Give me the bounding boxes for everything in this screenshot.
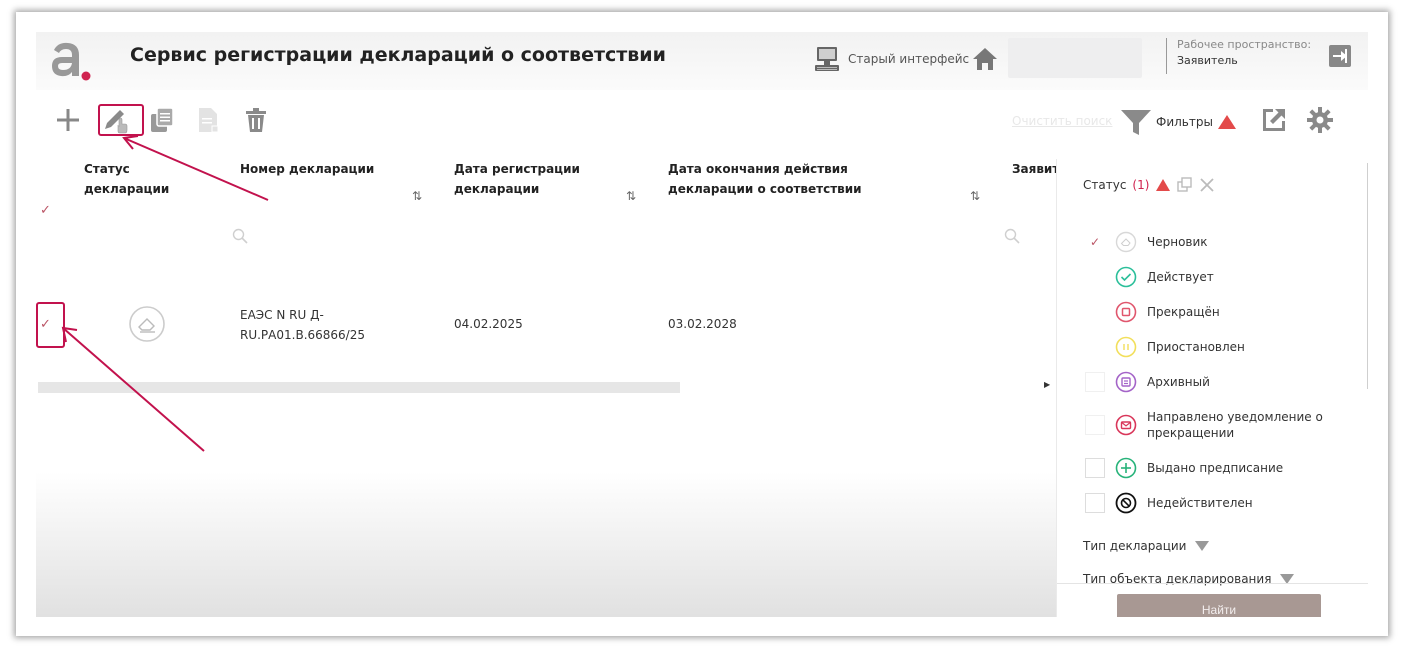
funnel-icon [1121,110,1151,135]
workspace-selector[interactable]: Рабочее пространство: Заявитель [1166,38,1311,74]
logout-icon[interactable] [1329,45,1351,67]
stop-circle-icon [1115,301,1137,323]
delete-button[interactable] [240,104,272,136]
column-reg-date[interactable]: Дата регистрации декларации [454,159,594,199]
triangle-down-icon [1195,541,1210,551]
copy-icon[interactable] [1177,177,1193,193]
document-button[interactable] [192,104,224,136]
draft-status-icon [129,306,165,342]
document-icon [199,108,219,133]
status-checkbox-stopped[interactable] [1085,302,1105,322]
archive-circle-icon [1115,371,1137,393]
old-interface-label: Старый интерфейс [848,52,970,66]
toolbar: Очистить поиск Фильтры [36,104,1368,144]
logo-icon [52,42,91,81]
home-icon[interactable] [972,46,998,72]
column-status[interactable]: Статус декларации [84,159,184,199]
search-applicant-icon[interactable] [1004,228,1020,244]
app-header: Сервис регистрации деклараций о соответс… [36,32,1368,90]
column-number[interactable]: Номер декларации [240,159,400,179]
edit-button-highlight [98,104,144,136]
status-label-notice: Направлено уведомление о прекращении [1147,410,1323,440]
declaration-type-label: Тип декларации [1083,539,1187,553]
status-checkbox-suspended[interactable] [1085,337,1105,357]
draft-status-icon [1115,231,1137,253]
sort-end-date-icon[interactable]: ⇅ [970,189,980,203]
status-filter-count: (1) [1132,178,1150,192]
close-icon[interactable] [1199,177,1215,193]
select-all-checkbox[interactable]: ✓ [40,203,51,218]
status-label-stopped: Прекращён [1147,305,1220,319]
status-option-archive[interactable]: Архивный [1085,371,1210,393]
trash-icon [246,108,266,132]
status-option-stopped[interactable]: Прекращён [1085,301,1220,323]
status-option-invalid[interactable]: Недействителен [1085,492,1253,514]
app-window: Сервис регистрации деклараций о соответс… [36,32,1368,617]
screenshot-frame: Сервис регистрации деклараций о соответс… [16,12,1388,636]
status-option-suspended[interactable]: Приостановлен [1085,336,1245,358]
status-option-active[interactable]: Действует [1085,266,1214,288]
status-option-draft[interactable]: ✓ Черновик [1085,231,1208,253]
copy-button[interactable] [146,104,178,136]
clear-search-link[interactable]: Очистить поиск [1012,114,1112,128]
export-button[interactable] [1258,104,1290,136]
column-end-date[interactable]: Дата окончания действия декларации о соо… [668,159,930,199]
registration-date: 04.02.2025 [454,317,523,331]
gear-icon [1307,107,1333,133]
status-label-draft: Черновик [1147,235,1208,249]
filter-divider [1057,583,1368,584]
row-checkbox-highlight [36,302,65,348]
search-number-icon[interactable] [232,228,248,244]
app-title: Сервис регистрации деклараций о соответс… [130,44,666,66]
computer-icon [815,47,839,71]
filters-label: Фильтры [1156,115,1213,129]
filter-scrollbar[interactable] [1367,163,1368,389]
status-checkbox-active[interactable] [1085,267,1105,287]
prohibited-circle-icon [1115,492,1137,514]
sort-number-icon[interactable]: ⇅ [412,189,422,203]
end-date: 03.02.2028 [668,317,737,331]
status-filter-label: Статус [1083,178,1127,192]
status-checkbox-draft[interactable]: ✓ [1085,232,1105,252]
pause-circle-icon [1115,336,1137,358]
copy-icon [151,107,174,132]
table-row[interactable]: ✓ ЕАЭС N RU Д-RU.РА01.В.66866/25 04.02.2… [36,287,1056,367]
add-button[interactable] [52,104,84,136]
workspace-label: Рабочее пространство: [1177,38,1312,51]
status-filter-header[interactable]: Статус (1) [1083,177,1215,193]
status-checkbox-invalid[interactable] [1085,493,1105,513]
plus-icon [57,109,79,131]
status-label-suspended: Приостановлен [1147,340,1245,354]
horizontal-scrollbar-thumb[interactable] [38,382,680,393]
status-checkbox-prescription[interactable] [1085,458,1105,478]
triangle-up-icon[interactable] [1155,178,1171,192]
workspace-value: Заявитель [1177,54,1238,67]
user-info-area [1008,38,1142,78]
status-label-archive: Архивный [1147,375,1210,389]
filters-toggle[interactable]: Фильтры [1120,106,1237,138]
column-applicant[interactable]: Заявите [1012,159,1056,179]
settings-button[interactable] [1304,104,1336,136]
find-button[interactable]: Найти [1117,594,1321,617]
status-option-notice[interactable]: Направлено уведомление о прекращении [1085,409,1327,441]
status-checkbox-notice[interactable] [1085,415,1105,435]
triangle-up-icon [1217,115,1236,129]
status-checkbox-archive[interactable] [1085,372,1105,392]
status-label-active: Действует [1147,270,1214,284]
table-header: ✓ Статус декларации Номер декларации ⇅ Д… [36,159,1056,219]
external-link-icon [1263,109,1285,131]
old-interface-link[interactable]: Старый интерфейс [814,44,969,74]
declaration-type-filter[interactable]: Тип декларации [1083,539,1210,553]
envelope-circle-icon [1115,414,1137,436]
status-label-invalid: Недействителен [1147,496,1253,510]
filter-panel: Статус (1) ✓ Черновик Действует Прекращё… [1056,159,1368,617]
status-option-prescription[interactable]: Выдано предписание [1085,457,1283,479]
scroll-right-icon[interactable]: ▶ [1044,380,1050,389]
plus-circle-icon [1115,457,1137,479]
check-circle-icon [1115,266,1137,288]
declaration-number: ЕАЭС N RU Д-RU.РА01.В.66866/25 [240,308,365,342]
status-label-prescription: Выдано предписание [1147,461,1284,475]
sort-reg-date-icon[interactable]: ⇅ [626,189,636,203]
